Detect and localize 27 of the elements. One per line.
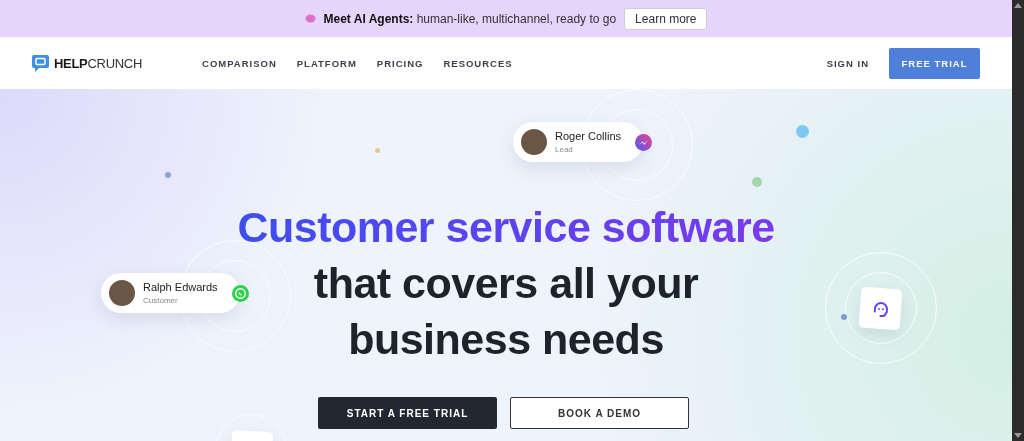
avatar [109, 280, 135, 306]
decor-dot [165, 172, 171, 178]
decor-dot [752, 177, 762, 187]
nav-link[interactable]: RESOURCES [443, 57, 513, 69]
free-trial-button[interactable]: FREE TRIAL [889, 47, 980, 79]
learn-more-button[interactable]: Learn more [624, 7, 708, 30]
sign-in-link[interactable]: SIGN IN [826, 57, 869, 69]
scroll-up-icon[interactable] [1014, 3, 1022, 8]
contact-name: Roger Collins [555, 130, 622, 142]
book-demo-button[interactable]: BOOK A DEMO [510, 397, 689, 429]
nav-link[interactable]: PLATFORM [296, 57, 357, 69]
contact-name: Ralph Edwards [143, 281, 218, 293]
start-trial-button[interactable]: START A FREE TRIAL [318, 397, 497, 429]
decor-dot [796, 125, 809, 138]
announcement-text: Meet AI Agents: human-like, multichannel, ready to go [323, 11, 617, 26]
hero-headline: Customer service software that covers all your business needs [237, 199, 775, 367]
nav-link[interactable]: COMPARISON [202, 57, 277, 69]
logo-icon [31, 53, 50, 73]
decor-dot [841, 314, 847, 320]
nav-link[interactable]: PRICING [376, 57, 424, 69]
logo-text[interactable]: HELPCRUNCH [54, 55, 142, 71]
contact-role: Customer [143, 296, 179, 305]
decor-dot [375, 148, 380, 153]
scroll-down-icon[interactable] [1014, 433, 1022, 438]
scrollbar[interactable] [1012, 0, 1024, 441]
contact-role: Lead [555, 145, 574, 154]
avatar [521, 129, 547, 155]
